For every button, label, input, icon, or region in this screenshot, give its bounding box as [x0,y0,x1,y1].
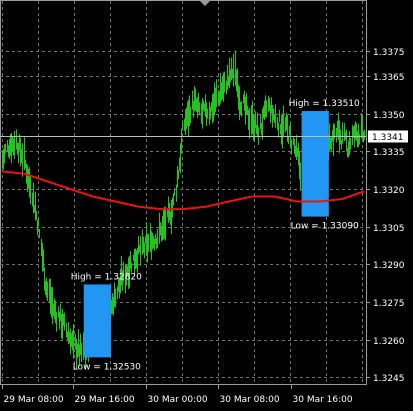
chart-background [0,0,413,407]
y-tick-label: 1.3305 [373,224,405,234]
range-box [83,284,111,358]
range-high-label: High = 1.33510 [289,99,360,109]
y-tick-label: 1.3245 [373,374,405,384]
price-chart: 1.3375 1.3365 1.3350 1.3335 1.3320 1.3305 1.32… [0,0,413,407]
range-low-label: Low = 1.33090 [291,222,359,232]
y-tick-label: 1.3260 [373,337,405,347]
range-low-label: Low = 1.32530 [73,362,141,372]
chart-canvas: 1.3375 1.3365 1.3350 1.3335 1.3320 1.3305 1.32… [0,0,413,407]
y-tick-label: 1.3290 [373,261,405,271]
y-tick-label: 1.3335 [373,148,405,158]
current-price-label: 1.3341 [372,133,404,143]
x-tick-label: 30 Mar 00:00 [148,395,208,405]
y-tick-label: 1.3275 [373,299,405,309]
y-tick-label: 1.3375 [373,48,405,58]
x-tick-label: 29 Mar 16:00 [75,395,135,405]
x-tick-label: 29 Mar 08:00 [4,395,64,405]
x-tick-label: 30 Mar 16:00 [293,395,353,405]
y-tick-label: 1.3365 [373,73,405,83]
y-tick-label: 1.3320 [373,186,405,196]
y-tick-label: 1.3350 [373,111,405,121]
range-high-label: High = 1.32820 [71,272,142,282]
x-tick-label: 30 Mar 08:00 [220,395,280,405]
